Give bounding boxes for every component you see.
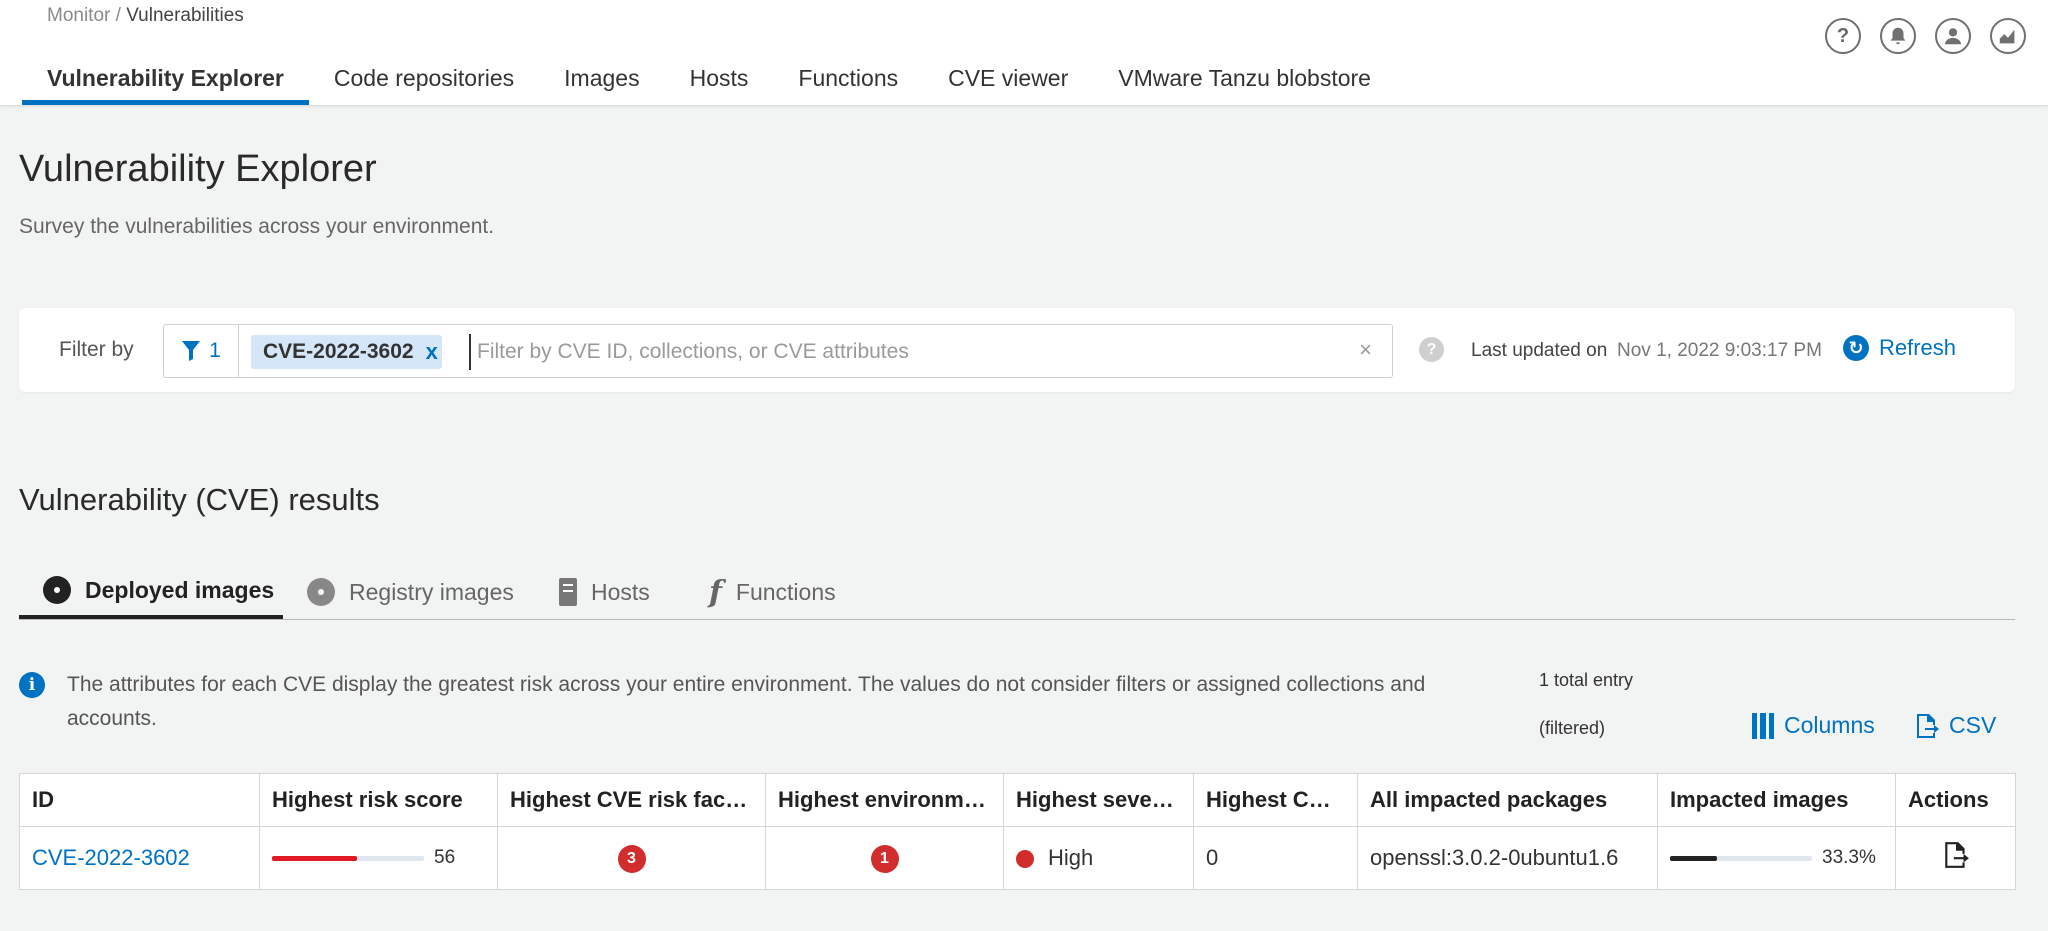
tab-results-functions-label: Functions xyxy=(735,578,836,605)
header-actions: Actions xyxy=(1895,773,2016,827)
header-cve-risk-factors[interactable]: Highest CVE risk factors xyxy=(497,773,766,827)
columns-label: Columns xyxy=(1784,712,1875,738)
filter-chip-remove-button[interactable]: x xyxy=(426,339,438,365)
results-title: Vulnerability (CVE) results xyxy=(19,482,380,517)
nav-tabs: Vulnerability Explorer Code repositories… xyxy=(22,60,1396,105)
breadcrumb-parent[interactable]: Monitor xyxy=(47,5,110,26)
filter-help-icon[interactable]: ? xyxy=(1419,337,1444,362)
disc-icon xyxy=(43,576,71,604)
file-export-icon xyxy=(1917,713,1939,738)
info-text: The attributes for each CVE display the … xyxy=(67,673,1426,730)
export-report-icon[interactable] xyxy=(1943,841,1969,869)
risk-score-bar-fill xyxy=(272,855,358,861)
tab-registry-images[interactable]: Registry images xyxy=(307,565,514,619)
top-icons: ? xyxy=(1825,18,2026,54)
filter-count-value: 1 xyxy=(209,339,221,362)
header-packages[interactable]: All impacted packages xyxy=(1357,773,1658,827)
severity-value: High xyxy=(1048,845,1094,870)
last-updated-value: Nov 1, 2022 9:03:17 PM xyxy=(1617,340,1822,361)
total-filtered: (filtered) xyxy=(1539,718,1606,738)
header-environmental[interactable]: Highest environme... xyxy=(765,773,1004,827)
refresh-button[interactable]: ↻ Refresh xyxy=(1843,335,1956,361)
results-table: ID Highest risk score Highest CVE risk f… xyxy=(19,773,2016,890)
breadcrumb-current: Vulnerabilities xyxy=(126,5,244,26)
risk-score-value: 56 xyxy=(434,847,456,868)
severity-dot-icon xyxy=(1016,850,1034,869)
tab-code-repositories[interactable]: Code repositories xyxy=(309,60,539,105)
tab-results-hosts[interactable]: Hosts xyxy=(559,565,650,619)
server-icon xyxy=(559,578,577,606)
risk-factors-badge[interactable]: 3 xyxy=(617,845,646,873)
filter-chip: CVE-2022-3602 x xyxy=(251,335,442,369)
header-severity[interactable]: Highest severity xyxy=(1003,773,1194,827)
filter-chip-label: CVE-2022-3602 xyxy=(263,340,414,363)
columns-icon xyxy=(1752,712,1774,739)
impacted-images-cell: 33.3% xyxy=(1670,847,1883,869)
help-icon[interactable]: ? xyxy=(1825,18,1861,54)
tab-vmware-tanzu-blobstore[interactable]: VMware Tanzu blobstore xyxy=(1093,60,1396,105)
filter-panel: Filter by 1 CVE-2022-3602 x × ? Last upd… xyxy=(19,308,2015,392)
columns-button[interactable]: Columns xyxy=(1752,712,1875,739)
info-icon: i xyxy=(19,672,45,698)
tab-deployed-images[interactable]: Deployed images xyxy=(19,565,283,619)
header-impacted-images[interactable]: Impacted images xyxy=(1657,773,1896,827)
page-title: Vulnerability Explorer xyxy=(19,148,377,190)
clear-filter-button[interactable]: × xyxy=(1359,337,1372,363)
cve-id-link[interactable]: CVE-2022-3602 xyxy=(32,845,190,870)
tab-deployed-images-label: Deployed images xyxy=(85,576,275,603)
filter-box: 1 CVE-2022-3602 x × xyxy=(163,324,1393,378)
stats-icon[interactable] xyxy=(1990,18,2026,54)
csv-label: CSV xyxy=(1949,712,1997,738)
impacted-images-value: 33.3% xyxy=(1822,847,1876,868)
header-cvss[interactable]: Highest CVSS xyxy=(1193,773,1358,827)
tab-vulnerability-explorer[interactable]: Vulnerability Explorer xyxy=(22,60,309,105)
breadcrumb: Monitor / Vulnerabilities xyxy=(47,5,244,27)
tab-cve-viewer[interactable]: CVE viewer xyxy=(923,60,1093,105)
filter-count[interactable]: 1 xyxy=(164,325,239,377)
filter-label: Filter by xyxy=(59,338,134,361)
user-icon[interactable] xyxy=(1935,18,1971,54)
page-subtitle: Survey the vulnerabilities across your e… xyxy=(19,215,495,238)
table-row: CVE-2022-3602 56 3 1 High 0 openssl:3.0.… xyxy=(19,826,2016,890)
impacted-images-bar-fill xyxy=(1670,855,1718,861)
last-updated-label: Last updated on xyxy=(1471,340,1608,361)
function-icon: f xyxy=(709,574,722,610)
refresh-icon: ↻ xyxy=(1843,335,1869,361)
filter-search-input[interactable] xyxy=(469,334,1339,370)
impacted-images-bar xyxy=(1670,855,1812,861)
tab-results-hosts-label: Hosts xyxy=(591,578,650,605)
breadcrumb-separator: / xyxy=(110,5,127,26)
top-bar: Monitor / Vulnerabilities Vulnerability … xyxy=(0,0,2048,106)
disc-icon xyxy=(307,578,335,606)
funnel-icon xyxy=(182,341,201,361)
tab-registry-images-label: Registry images xyxy=(349,578,514,605)
csv-export-button[interactable]: CSV xyxy=(1915,712,1996,739)
header-id[interactable]: ID xyxy=(19,773,260,827)
cvss-value: 0 xyxy=(1206,845,1219,870)
tab-hosts[interactable]: Hosts xyxy=(665,60,774,105)
refresh-label: Refresh xyxy=(1879,335,1957,360)
table-header-row: ID Highest risk score Highest CVE risk f… xyxy=(19,773,2016,827)
risk-score-bar xyxy=(272,855,424,861)
total-entries: 1 total entry xyxy=(1539,670,1634,690)
packages-value: openssl:3.0.2-0ubuntu1.6 xyxy=(1370,845,1619,870)
tab-results-functions[interactable]: f Functions xyxy=(709,565,836,619)
risk-score-cell: 56 xyxy=(272,847,485,869)
environmental-badge[interactable]: 1 xyxy=(870,845,899,873)
tab-functions[interactable]: Functions xyxy=(773,60,923,105)
tab-images[interactable]: Images xyxy=(539,60,664,105)
header-risk-score[interactable]: Highest risk score xyxy=(259,773,498,827)
results-tabs: Deployed images Registry images Hosts f … xyxy=(19,565,2015,620)
bell-icon[interactable] xyxy=(1880,18,1916,54)
